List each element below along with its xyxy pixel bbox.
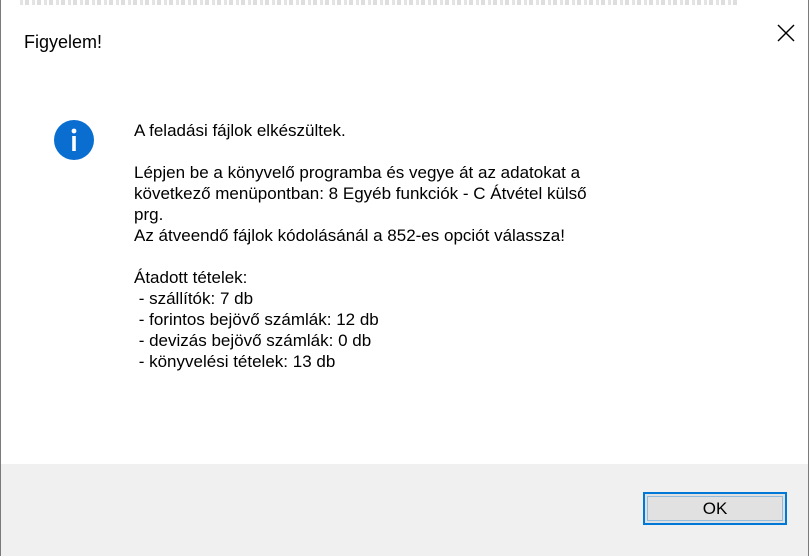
message-line: Lépjen be a könyvelő programba és vegye … xyxy=(134,163,581,182)
message-line: következő menüpontban: 8 Egyéb funkciók … xyxy=(134,184,587,203)
window-border-left xyxy=(0,0,1,556)
background-window-strip xyxy=(0,0,809,10)
dialog-message: A feladási fájlok elkészültek. Lépjen be… xyxy=(134,120,774,372)
message-line: A feladási fájlok elkészültek. xyxy=(134,121,346,140)
dialog-footer: OK xyxy=(0,464,809,556)
close-icon xyxy=(777,24,795,42)
message-line: - szállítók: 7 db xyxy=(134,289,254,308)
background-blurred-text xyxy=(20,0,740,5)
info-icon xyxy=(54,120,94,160)
dialog-content: A feladási fájlok elkészültek. Lépjen be… xyxy=(0,76,809,464)
message-line: Átadott tételek: xyxy=(134,268,248,287)
message-line: - devizás bejövő számlák: 0 db xyxy=(134,331,372,350)
dialog-titlebar: Figyelem! xyxy=(0,10,809,76)
ok-button-label: OK xyxy=(702,498,728,518)
dialog-title: Figyelem! xyxy=(24,32,103,52)
message-line: - könyvelési tételek: 13 db xyxy=(134,352,336,371)
ok-button[interactable]: OK xyxy=(643,492,787,525)
message-line: Az átveendő fájlok kódolásánál a 852-es … xyxy=(134,226,565,245)
close-button[interactable] xyxy=(763,10,809,56)
message-line: - forintos bejövő számlák: 12 db xyxy=(134,310,379,329)
message-line: prg. xyxy=(134,205,164,224)
